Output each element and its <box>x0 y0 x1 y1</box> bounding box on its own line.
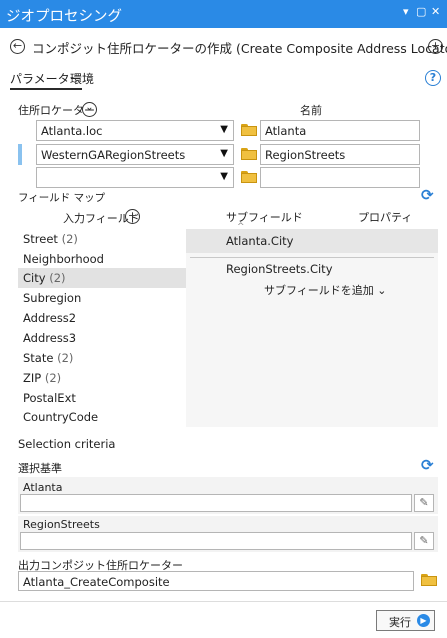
folder-icon[interactable] <box>241 148 257 160</box>
sql-edit-icon[interactable]: ✎ <box>414 532 434 550</box>
back-icon[interactable]: ← <box>10 39 25 54</box>
criteria-name: Atlanta <box>23 481 63 494</box>
locator-combo[interactable]: Atlanta.loc ▼ <box>36 120 234 141</box>
refresh-icon[interactable]: ⟳ <box>421 456 434 474</box>
subfield-row-selected[interactable]: Atlanta.City <box>186 229 438 253</box>
output-field[interactable]: Atlanta_CreateComposite <box>18 571 414 591</box>
run-label: 実行 <box>389 616 411 629</box>
expand-chevron-icon[interactable]: ⌄ <box>82 102 97 117</box>
window-titlebar: ジオプロセシング ▾ ▢ ✕ <box>0 0 447 28</box>
input-fields-panel: 入力フィールド + Street (2) Neighborhood City (… <box>18 205 186 427</box>
help-icon[interactable]: ? <box>425 70 441 86</box>
locator-value: WesternGARegionStreets <box>41 148 186 162</box>
list-item[interactable]: Street (2) <box>18 229 186 249</box>
locator-name-field[interactable]: Atlanta <box>260 120 420 141</box>
list-item[interactable]: CountryCode <box>18 407 186 427</box>
tool-header: ← コンポジット住所ロケーターの作成 (Create Composite Add… <box>0 28 447 64</box>
field-name: Address3 <box>23 331 77 345</box>
locator-value: Atlanta.loc <box>41 124 103 138</box>
field-name: Subregion <box>23 291 82 305</box>
field-count: (2) <box>57 351 74 365</box>
subfield-item[interactable]: RegionStreets.City <box>226 262 333 276</box>
selection-criteria-heading: Selection criteria <box>18 437 116 451</box>
locator-name-field[interactable] <box>260 167 420 188</box>
criteria-group: RegionStreets ✎ <box>18 516 438 552</box>
list-item[interactable]: ZIP (2) <box>18 368 186 388</box>
locator-name-field[interactable]: RegionStreets <box>260 144 420 165</box>
tool-title: コンポジット住所ロケーターの作成 (Create Composite Addre… <box>32 41 447 56</box>
sql-edit-icon[interactable]: ✎ <box>414 494 434 512</box>
name-column-label: 名前 <box>300 104 322 117</box>
property-header: プロパティ <box>358 211 413 224</box>
add-field-icon[interactable]: + <box>125 209 140 224</box>
list-item[interactable]: Neighborhood <box>18 249 186 269</box>
list-item[interactable]: PostalExt <box>18 388 186 408</box>
add-subfield-link[interactable]: サブフィールドを追加 ⌄ <box>264 282 387 298</box>
list-item[interactable]: City (2) <box>18 268 186 288</box>
close-icon[interactable]: ✕ <box>431 5 440 18</box>
locator-combo[interactable]: WesternGARegionStreets ▼ <box>36 144 234 165</box>
window-title: ジオプロセシング <box>6 9 122 25</box>
subfields-panel: サブフィールド プロパティ ^ Atlanta.City RegionStree… <box>186 205 438 427</box>
locator-combo[interactable]: ▼ <box>36 167 234 188</box>
field-name: State <box>23 351 54 365</box>
chevron-down-icon[interactable]: ▼ <box>220 124 228 135</box>
run-play-icon: ▶ <box>417 614 430 627</box>
field-name: CountryCode <box>23 410 99 424</box>
list-item[interactable]: Subregion <box>18 288 186 308</box>
pin-dropdown-icon[interactable]: ▾ <box>403 5 409 18</box>
run-button[interactable]: 実行 ▶ <box>376 610 435 631</box>
refresh-icon[interactable]: ⟳ <box>421 186 434 204</box>
list-item[interactable]: State (2) <box>18 348 186 368</box>
field-count: (2) <box>61 232 78 246</box>
field-count: (2) <box>44 371 62 385</box>
divider <box>190 257 434 258</box>
subfield-item: Atlanta.City <box>226 234 294 248</box>
field-name: City <box>23 271 46 285</box>
locator-name-value: RegionStreets <box>265 148 346 162</box>
selection-criteria-label: 選択基準 <box>18 462 62 475</box>
field-name: PostalExt <box>23 391 76 405</box>
field-count: (2) <box>49 271 66 285</box>
folder-icon[interactable] <box>241 171 257 183</box>
footer-divider <box>0 601 447 602</box>
selected-row-indicator <box>18 144 22 165</box>
tab-environments[interactable]: 環境 <box>70 70 94 87</box>
chevron-down-icon[interactable]: ▼ <box>220 171 228 182</box>
folder-icon[interactable] <box>421 574 437 586</box>
criteria-input[interactable] <box>20 494 412 512</box>
criteria-input[interactable] <box>20 532 412 550</box>
field-name: Neighborhood <box>23 252 104 266</box>
criteria-group: Atlanta ✎ <box>18 477 438 514</box>
output-value: Atlanta_CreateComposite <box>23 575 170 589</box>
add-icon[interactable]: + <box>428 39 443 54</box>
chevron-down-icon[interactable]: ▼ <box>220 148 228 159</box>
field-name: Street <box>23 232 58 246</box>
criteria-name: RegionStreets <box>23 518 100 531</box>
folder-icon[interactable] <box>241 124 257 136</box>
list-item[interactable]: Address2 <box>18 308 186 328</box>
field-name: Address2 <box>23 311 77 325</box>
list-item[interactable]: Address3 <box>18 328 186 348</box>
field-name: ZIP <box>23 371 42 385</box>
field-map-label: フィールド マップ <box>18 192 106 204</box>
dock-icon[interactable]: ▢ <box>416 5 426 18</box>
locator-name-value: Atlanta <box>265 124 307 138</box>
